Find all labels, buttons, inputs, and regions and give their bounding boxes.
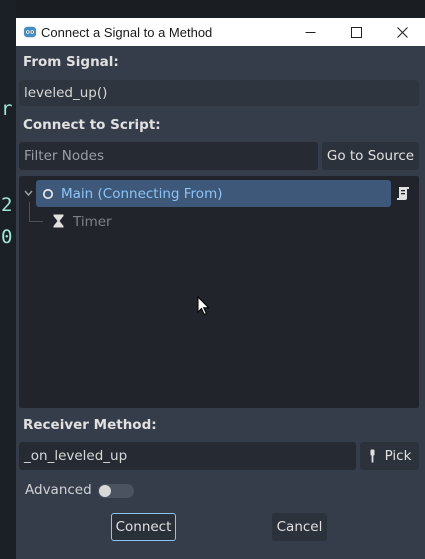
maximize-button[interactable]	[333, 18, 379, 46]
pick-label: Pick	[384, 448, 412, 464]
tree-guide-line	[29, 221, 43, 222]
connect-signal-dialog: Connect a Signal to a Method From Signal…	[16, 18, 425, 559]
go-to-source-button[interactable]: Go to Source	[322, 142, 419, 170]
from-signal-field: leveled_up()	[19, 80, 419, 106]
tree-item-timer-label: Timer	[73, 214, 112, 230]
filter-nodes-input[interactable]: Filter Nodes	[19, 142, 318, 170]
code-char: 2	[1, 194, 13, 216]
connect-button[interactable]: Connect	[111, 513, 176, 541]
from-signal-value: leveled_up()	[24, 85, 108, 101]
window-title: Connect a Signal to a Method	[41, 24, 213, 40]
receiver-method-label: Receiver Method:	[23, 417, 157, 433]
connect-to-script-label: Connect to Script:	[23, 117, 161, 133]
close-icon	[396, 26, 408, 38]
cancel-button[interactable]: Cancel	[272, 513, 327, 541]
dialog-body: From Signal: leveled_up() Connect to Scr…	[16, 46, 425, 559]
code-char: r	[1, 98, 13, 120]
toggle-knob	[99, 485, 111, 497]
tree-item-main-label: Main (Connecting From)	[61, 186, 223, 202]
title-bar[interactable]: Connect a Signal to a Method	[16, 18, 425, 46]
receiver-method-input[interactable]: _on_leveled_up	[19, 442, 356, 470]
hourglass-icon	[53, 214, 64, 228]
background-code-editor: r 2 0	[0, 0, 16, 559]
minimize-icon	[305, 31, 315, 33]
advanced-toggle[interactable]	[98, 484, 134, 498]
code-char: 0	[1, 226, 13, 248]
scene-tree[interactable]: Main (Connecting From) Timer	[19, 176, 419, 408]
cancel-label: Cancel	[276, 519, 323, 535]
go-to-source-label: Go to Source	[326, 148, 415, 164]
close-button[interactable]	[379, 18, 425, 46]
connect-label: Connect	[115, 519, 172, 535]
maximize-icon	[350, 26, 362, 38]
node-circle-icon	[42, 188, 54, 200]
filter-nodes-placeholder: Filter Nodes	[24, 148, 104, 164]
mouse-cursor-icon	[197, 296, 210, 316]
chevron-down-icon[interactable]	[24, 190, 33, 197]
eyedropper-icon	[370, 449, 375, 463]
receiver-method-value: _on_leveled_up	[24, 448, 128, 464]
minimize-button[interactable]	[287, 18, 333, 46]
pick-button[interactable]: Pick	[360, 442, 419, 470]
from-signal-label: From Signal:	[23, 54, 119, 70]
godot-logo-icon	[23, 26, 37, 38]
advanced-label: Advanced	[25, 482, 92, 498]
tree-guide-line	[29, 202, 30, 222]
script-icon[interactable]	[395, 185, 411, 202]
